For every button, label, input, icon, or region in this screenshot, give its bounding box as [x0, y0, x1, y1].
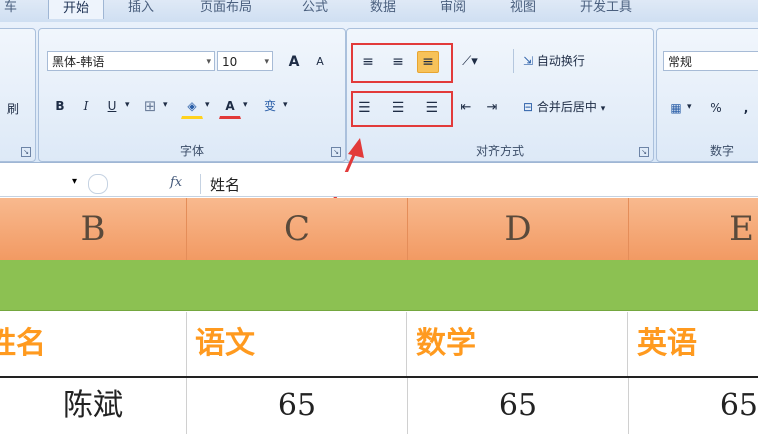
- cell-math-score[interactable]: 65: [408, 378, 629, 434]
- name-box-scroll-icon[interactable]: [88, 174, 108, 194]
- column-header-c[interactable]: C: [187, 198, 408, 260]
- arrow-head: [348, 138, 364, 158]
- header-cell-chinese[interactable]: 语文: [187, 312, 407, 376]
- divider: [200, 174, 201, 194]
- cell-chinese-score[interactable]: 65: [187, 378, 408, 434]
- chevron-down-icon[interactable]: ▾: [72, 176, 77, 187]
- table-header-row: 姓名 语文 数学 英语: [0, 312, 758, 378]
- formula-bar: ▾ fx 姓名: [0, 172, 758, 197]
- merged-title-row[interactable]: [0, 260, 758, 311]
- column-header-b[interactable]: B: [0, 198, 187, 260]
- formula-input[interactable]: 姓名: [210, 174, 240, 195]
- cell-english-score[interactable]: 65: [629, 378, 758, 434]
- header-cell-math[interactable]: 数学: [408, 312, 628, 376]
- header-cell-name[interactable]: 姓名: [0, 312, 187, 376]
- cell-student-name[interactable]: 陈斌: [0, 378, 187, 434]
- column-header-e[interactable]: E: [629, 198, 758, 260]
- column-header-d[interactable]: D: [408, 198, 629, 260]
- insert-function-button[interactable]: fx: [170, 175, 182, 190]
- table-row: 陈斌 65 65 65: [0, 378, 758, 434]
- header-cell-english[interactable]: 英语: [629, 312, 758, 376]
